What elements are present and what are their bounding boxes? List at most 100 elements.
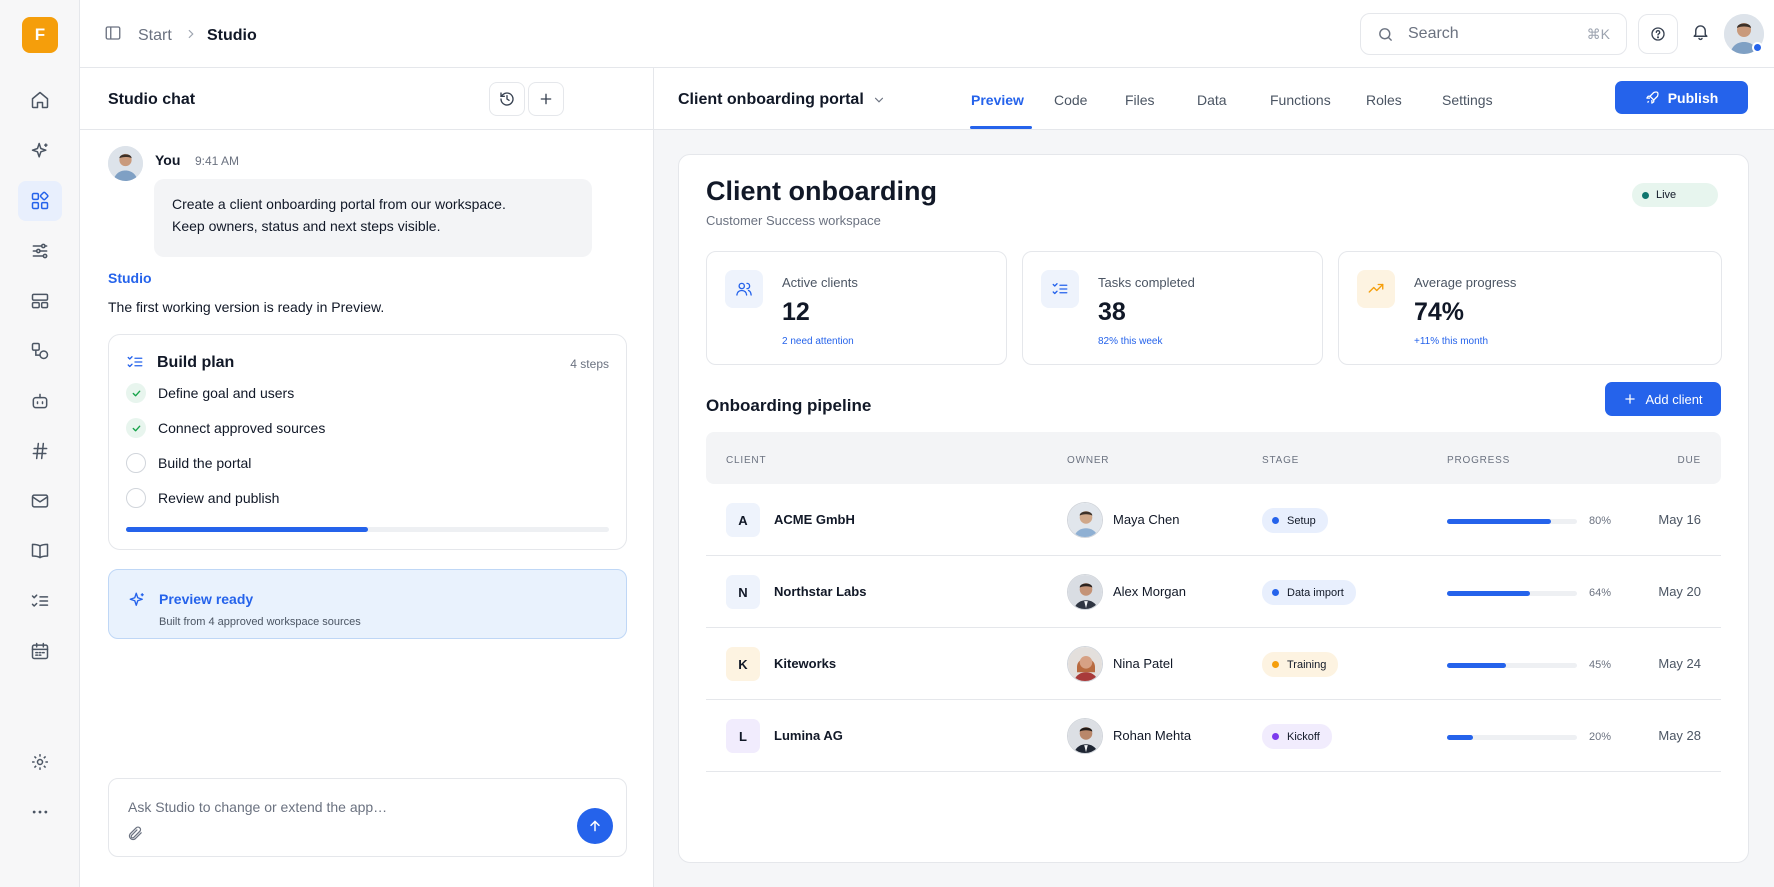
tab-preview[interactable]: Preview [971, 92, 1024, 108]
progress-fill [1447, 663, 1506, 668]
column-header-progress[interactable]: PROGRESS [1447, 455, 1510, 466]
help-icon [1650, 26, 1666, 42]
stage-pill: Training [1262, 652, 1339, 677]
client-initial: L [726, 719, 760, 753]
stat-label: Average progress [1414, 275, 1517, 290]
column-header-due[interactable]: DUE [1677, 455, 1701, 466]
stage-label: Data import [1287, 586, 1344, 599]
empty-circle-icon [126, 488, 146, 508]
checklist-icon[interactable] [18, 581, 62, 621]
progress-percent: 20% [1589, 731, 1612, 743]
stat-value: 12 [782, 298, 810, 326]
owner-name: Rohan Mehta [1113, 728, 1192, 743]
bot-icon[interactable] [18, 381, 62, 421]
tab-functions[interactable]: Functions [1270, 92, 1331, 108]
column-header-client[interactable]: CLIENT [726, 455, 766, 466]
progress-fill [1447, 735, 1473, 740]
progress-fill [1447, 519, 1551, 524]
sidebar-toggle-icon[interactable] [104, 24, 122, 42]
plan-step: Build the portal [126, 452, 251, 474]
message-line: Keep owners, status and next steps visib… [172, 218, 441, 234]
tab-code[interactable]: Code [1054, 92, 1087, 108]
column-header-owner[interactable]: OWNER [1067, 455, 1109, 466]
chat-composer[interactable]: Ask Studio to change or extend the app… [108, 778, 627, 857]
sparkles-icon[interactable] [18, 131, 62, 171]
client-name: ACME GmbH [774, 512, 855, 527]
breadcrumb-start[interactable]: Start [138, 27, 172, 45]
table-row[interactable]: K Kiteworks Nina Patel Training 45% May … [706, 628, 1721, 700]
paperclip-icon[interactable] [127, 825, 144, 842]
progress-percent: 80% [1589, 515, 1612, 527]
due-date: May 28 [1658, 728, 1701, 743]
table-row[interactable]: A ACME GmbH Maya Chen Setup 80% May 16 [706, 484, 1721, 556]
tab-data[interactable]: Data [1197, 92, 1227, 108]
plan-progress-fill [126, 527, 368, 532]
publish-button[interactable]: Publish [1615, 81, 1748, 114]
settings-icon[interactable] [18, 742, 62, 782]
preview-ready-card[interactable]: Preview ready Built from 4 approved work… [108, 569, 627, 639]
table-row[interactable]: N Northstar Labs Alex Morgan Data import… [706, 556, 1721, 628]
add-client-button[interactable]: Add client [1605, 382, 1721, 416]
owner-avatar [1067, 574, 1103, 610]
shapes-icon[interactable] [18, 331, 62, 371]
progress-percent: 64% [1589, 587, 1612, 599]
composer-placeholder: Ask Studio to change or extend the app… [128, 799, 388, 815]
progress-bar [1447, 735, 1577, 740]
active-tab-indicator [970, 126, 1032, 129]
stat-card-average-progress: Average progress 74% +11% this month [1338, 251, 1722, 365]
client-name: Northstar Labs [774, 584, 867, 599]
layout-icon[interactable] [18, 281, 62, 321]
stage-pill: Kickoff [1262, 724, 1332, 749]
due-date: May 24 [1658, 656, 1701, 671]
mail-icon[interactable] [18, 481, 62, 521]
table-row[interactable]: L Lumina AG Rohan Mehta Kickoff 20% May … [706, 700, 1721, 772]
progress-fill [1447, 591, 1531, 596]
new-chat-button[interactable] [528, 82, 564, 116]
apps-icon[interactable] [18, 181, 62, 221]
build-plan-card: Build plan 4 steps Define goal and users… [108, 334, 627, 550]
preview-ready-subtitle: Built from 4 approved workspace sources [159, 616, 361, 628]
message-author: You [155, 152, 181, 168]
sliders-icon[interactable] [18, 231, 62, 271]
stage-dot [1272, 589, 1279, 596]
home-icon[interactable] [18, 80, 62, 120]
book-icon[interactable] [18, 531, 62, 571]
plan-step: Define goal and users [126, 382, 294, 404]
stat-note: +11% this month [1414, 336, 1489, 347]
due-date: May 20 [1658, 584, 1701, 599]
status-label: Live [1656, 189, 1677, 201]
stage-label: Setup [1287, 514, 1316, 527]
column-header-stage[interactable]: STAGE [1262, 455, 1299, 466]
stage-dot [1272, 661, 1279, 668]
owner-avatar [1067, 502, 1103, 538]
history-icon [499, 91, 515, 107]
calendar-icon[interactable] [18, 631, 62, 671]
bell-icon[interactable] [1691, 22, 1710, 41]
tab-files[interactable]: Files [1125, 92, 1155, 108]
owner-name: Nina Patel [1113, 656, 1173, 671]
plan-step-label: Build the portal [158, 455, 252, 471]
add-client-label: Add client [1645, 391, 1703, 407]
hash-icon[interactable] [18, 431, 62, 471]
assistant-message: The first working version is ready in Pr… [108, 299, 385, 315]
client-initial: A [726, 503, 760, 537]
stat-note[interactable]: 2 need attention [782, 336, 854, 347]
more-icon[interactable] [18, 792, 62, 832]
tab-roles[interactable]: Roles [1366, 92, 1402, 108]
users-icon [725, 270, 763, 308]
search-input[interactable]: Search ⌘K [1360, 13, 1627, 55]
send-button[interactable] [577, 808, 613, 844]
app-header: Client onboarding portal Preview Code Fi… [654, 68, 1774, 130]
tab-settings[interactable]: Settings [1442, 92, 1493, 108]
history-button[interactable] [489, 82, 525, 116]
help-button[interactable] [1638, 14, 1678, 54]
message-line: Create a client onboarding portal from o… [172, 196, 506, 212]
status-badge: Live [1632, 183, 1718, 207]
page-subtitle: Customer Success workspace [706, 213, 881, 228]
chevron-down-icon[interactable] [872, 93, 886, 107]
client-initial: K [726, 647, 760, 681]
app-logo[interactable]: F [22, 17, 58, 53]
stat-label: Active clients [782, 275, 858, 290]
stage-dot [1272, 733, 1279, 740]
app-name[interactable]: Client onboarding portal [678, 91, 864, 109]
